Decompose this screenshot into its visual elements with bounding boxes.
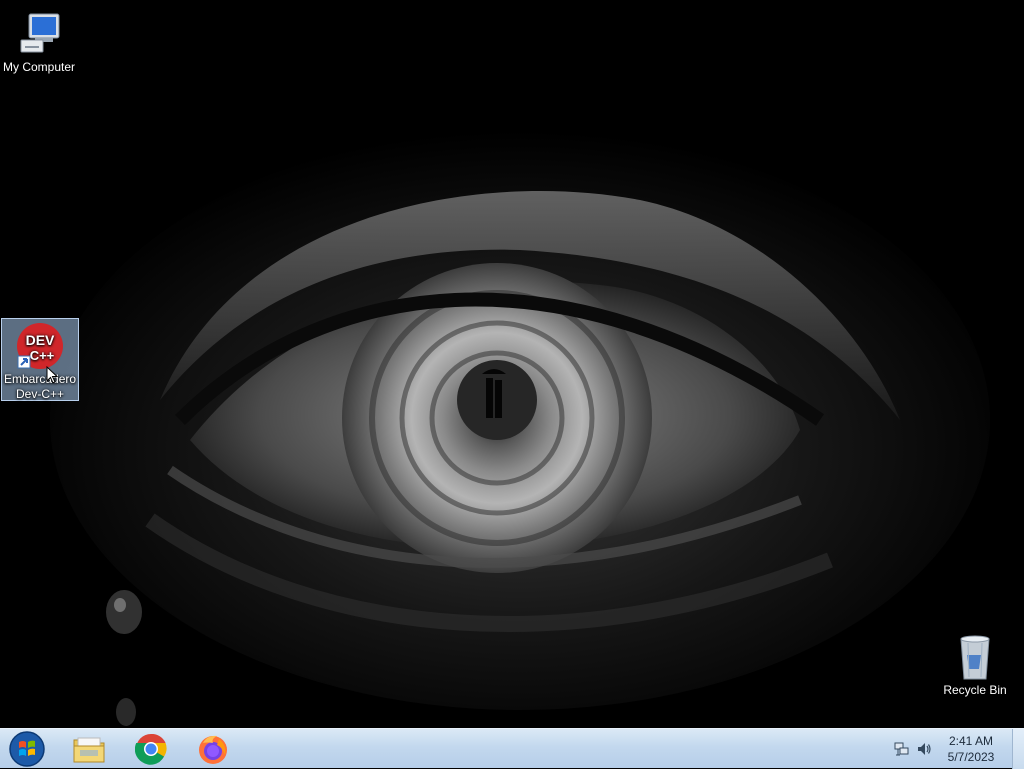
desktop-icon-label: Embarcadero Dev-C++	[4, 372, 77, 401]
volume-icon[interactable]	[916, 741, 932, 757]
computer-icon	[15, 10, 63, 58]
devcpp-badge-top: DEV	[26, 332, 55, 348]
taskbar-file-explorer-button[interactable]	[62, 730, 116, 768]
desktop-icon-my-computer[interactable]: My Computer	[1, 8, 77, 75]
desktop-icon-label: Recycle Bin	[943, 683, 1007, 697]
desktop-icon-label: My Computer	[2, 60, 76, 74]
network-icon[interactable]	[894, 741, 910, 757]
folder-icon	[73, 737, 105, 763]
taskbar: 2:41 AM 5/7/2023	[0, 728, 1024, 769]
devcpp-icon: DEV C++	[16, 322, 64, 370]
desktop-icon-recycle-bin[interactable]: Recycle Bin	[937, 631, 1013, 698]
taskbar-firefox-button[interactable]	[186, 730, 240, 768]
show-desktop-button[interactable]	[1012, 729, 1024, 769]
clock-date: 5/7/2023	[947, 750, 995, 764]
chrome-icon	[135, 733, 167, 765]
firefox-icon	[199, 735, 227, 764]
mouse-pointer-icon	[46, 366, 58, 384]
desktop-icon-devcpp[interactable]: DEV C++ Embarcadero Dev-C++	[1, 318, 79, 401]
wallpaper-eye	[0, 0, 1024, 728]
devcpp-badge-bottom: C++	[30, 348, 55, 363]
taskbar-chrome-button[interactable]	[124, 730, 178, 768]
clock-time: 2:41 AM	[948, 734, 994, 748]
windows-orb-icon	[9, 731, 45, 767]
clock[interactable]: 2:41 AM 5/7/2023	[940, 733, 1002, 765]
system-tray: 2:41 AM 5/7/2023	[884, 729, 1024, 769]
start-button[interactable]	[4, 729, 50, 769]
recycle-bin-icon	[951, 633, 999, 681]
desktop[interactable]: My Computer DEV C++ Embarcadero Dev-C++	[0, 0, 1024, 728]
